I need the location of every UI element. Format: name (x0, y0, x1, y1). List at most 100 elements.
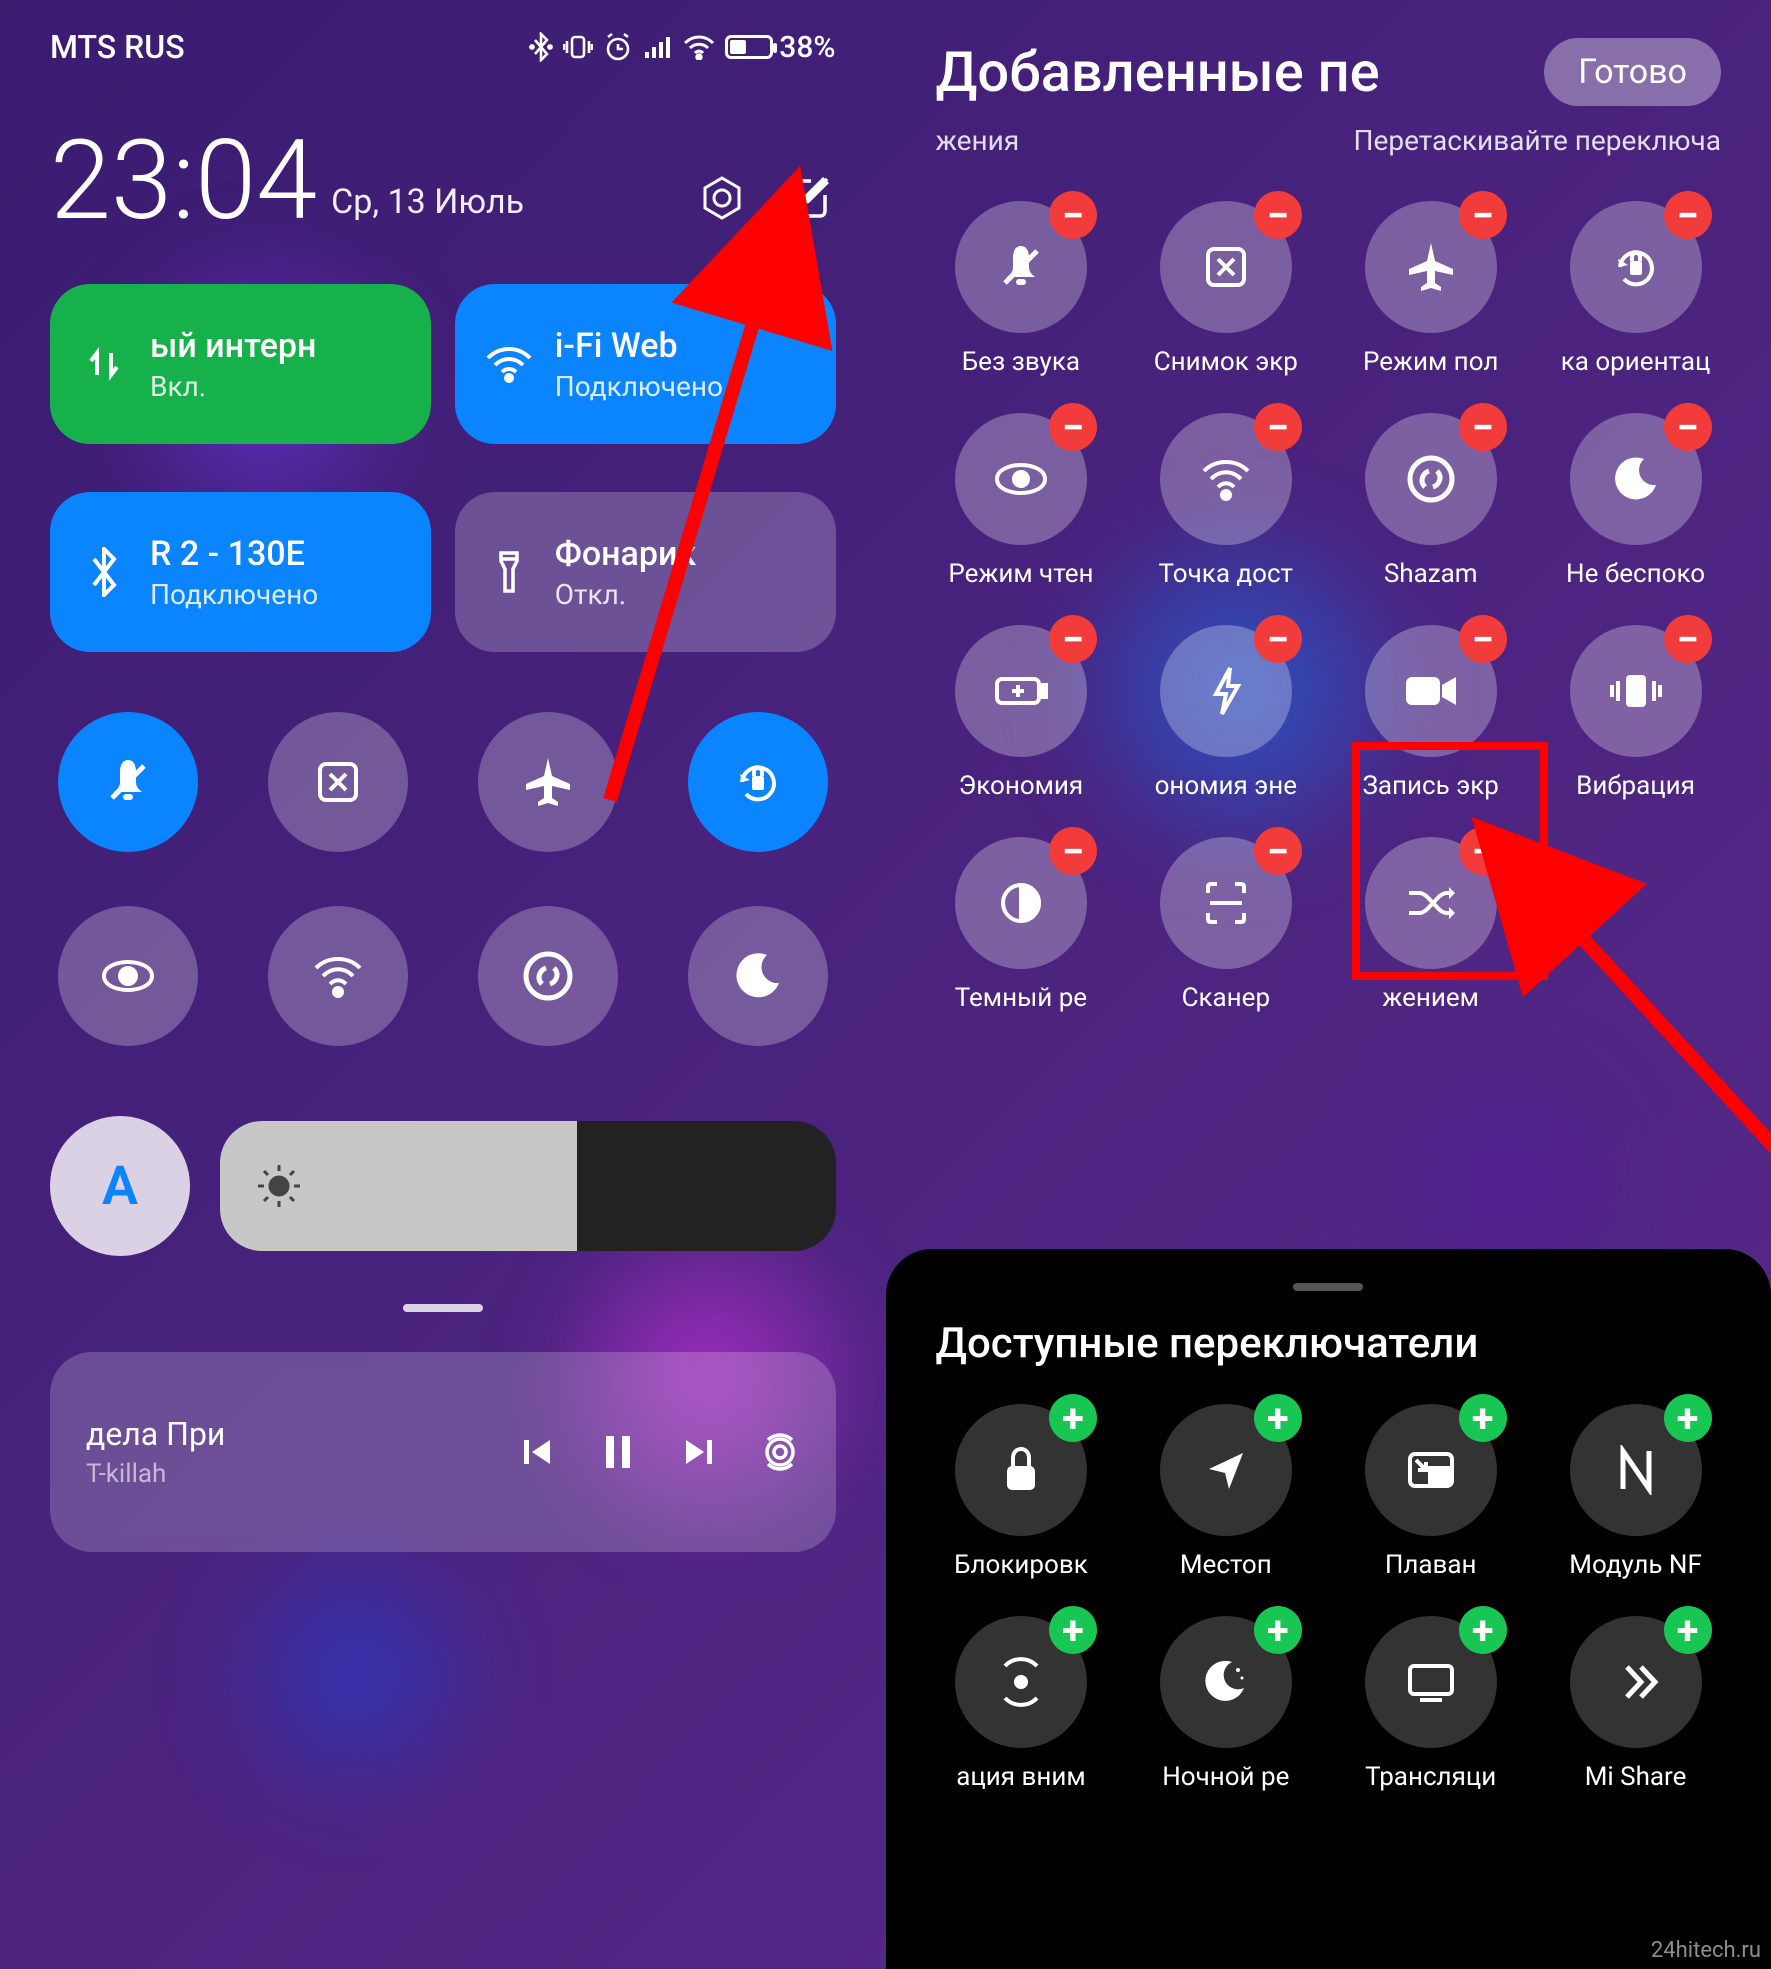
mute-icon: − (955, 201, 1087, 333)
added-bolt[interactable]: −ономия эне (1140, 625, 1311, 801)
output-button[interactable] (760, 1432, 800, 1472)
airplane-toggle[interactable] (478, 712, 618, 852)
nfc-icon: + (1570, 1404, 1702, 1536)
control-center-screen: MTS RUS 38% 23:04 Ср (0, 0, 886, 1969)
available-panel[interactable]: Доступные переключатели +Блокировк+Место… (886, 1249, 1771, 1969)
added-vibrate[interactable]: −Вибрация (1550, 625, 1721, 801)
drag-handle[interactable] (403, 1304, 483, 1312)
wifi-icon (483, 338, 535, 390)
remove-badge[interactable]: − (1459, 403, 1507, 451)
remove-badge[interactable]: − (1049, 827, 1097, 875)
added-hotspot[interactable]: −Точка дост (1140, 413, 1311, 589)
add-badge[interactable]: + (1459, 1606, 1507, 1654)
wifi-icon (683, 34, 715, 60)
bolt-icon: − (1160, 625, 1292, 757)
avail-lock[interactable]: +Блокировк (936, 1404, 1107, 1580)
bluetooth-tile[interactable]: R 2 - 130E Подключено (50, 492, 431, 652)
next-button[interactable] (680, 1434, 716, 1470)
added-screenshot[interactable]: −Снимок экр (1140, 201, 1311, 377)
panel-handle[interactable] (1293, 1283, 1363, 1291)
added-shazam[interactable]: −Shazam (1345, 413, 1516, 589)
media-title: дела При (86, 1415, 492, 1453)
hotspot-toggle[interactable] (268, 906, 408, 1046)
avail-nfc[interactable]: +Модуль NF (1550, 1404, 1721, 1580)
add-badge[interactable]: + (1254, 1394, 1302, 1442)
signal-icon (643, 34, 673, 60)
airplane-icon: − (1365, 201, 1497, 333)
rotation-lock-toggle[interactable] (688, 712, 828, 852)
added-battery-plus[interactable]: −Экономия (936, 625, 1107, 801)
add-badge[interactable]: + (1664, 1394, 1712, 1442)
battery-icon: 38% (725, 30, 835, 65)
avail-night[interactable]: +Ночной ре (1140, 1616, 1311, 1792)
added-mute[interactable]: −Без звука (936, 201, 1107, 377)
available-toggles-grid: +Блокировк+Местоп+Плаван+Модуль NF +ация … (936, 1404, 1722, 1792)
remove-badge[interactable]: − (1459, 615, 1507, 663)
added-scan[interactable]: −Сканер (1140, 837, 1311, 1013)
highlight-screen-record (1352, 742, 1548, 980)
pip-icon: + (1365, 1404, 1497, 1536)
flashlight-icon (483, 546, 535, 598)
screenshot-icon: − (1160, 201, 1292, 333)
add-badge[interactable]: + (1459, 1394, 1507, 1442)
shazam-icon: − (1365, 413, 1497, 545)
remove-badge[interactable]: − (1664, 403, 1712, 451)
done-button[interactable]: Готово (1544, 38, 1721, 106)
remove-badge[interactable]: − (1664, 191, 1712, 239)
mute-toggle[interactable] (58, 712, 198, 852)
remove-badge[interactable]: − (1254, 827, 1302, 875)
added-contrast[interactable]: −Темный ре (936, 837, 1107, 1013)
location-icon: + (1160, 1404, 1292, 1536)
focus-icon: + (955, 1616, 1087, 1748)
media-artist: T-killah (86, 1459, 492, 1489)
contrast-icon: − (955, 837, 1087, 969)
remove-badge[interactable]: − (1049, 615, 1097, 663)
dnd-toggle[interactable] (688, 906, 828, 1046)
video-icon: − (1365, 625, 1497, 757)
cast-icon: + (1365, 1616, 1497, 1748)
available-header: Доступные переключатели (936, 1319, 1722, 1368)
added-eye[interactable]: −Режим чтен (936, 413, 1107, 589)
clock-time: 23:04 (50, 126, 317, 236)
mobile-data-tile[interactable]: ый интерн Вкл. (50, 284, 431, 444)
mishare-icon: + (1570, 1616, 1702, 1748)
added-rotate[interactable]: −ка ориентац (1550, 201, 1721, 377)
add-badge[interactable]: + (1254, 1606, 1302, 1654)
avail-mishare[interactable]: +Mi Share (1550, 1616, 1721, 1792)
avail-pip[interactable]: +Плаван (1345, 1404, 1516, 1580)
remove-badge[interactable]: − (1049, 191, 1097, 239)
added-airplane[interactable]: −Режим пол (1345, 201, 1516, 377)
avail-cast[interactable]: +Трансляци (1345, 1616, 1516, 1792)
scan-icon: − (1160, 837, 1292, 969)
remove-badge[interactable]: − (1254, 615, 1302, 663)
shazam-toggle[interactable] (478, 906, 618, 1046)
add-badge[interactable]: + (1664, 1606, 1712, 1654)
remove-badge[interactable]: − (1664, 615, 1712, 663)
edit-button[interactable] (780, 170, 836, 226)
carrier-label: MTS RUS (50, 28, 185, 66)
avail-location[interactable]: +Местоп (1140, 1404, 1311, 1580)
avail-focus[interactable]: +ация вним (936, 1616, 1107, 1792)
wifi-tile[interactable]: i-Fi Web Подключено (455, 284, 836, 444)
add-badge[interactable]: + (1049, 1606, 1097, 1654)
prev-button[interactable] (520, 1434, 556, 1470)
remove-badge[interactable]: − (1049, 403, 1097, 451)
settings-button[interactable] (694, 170, 750, 226)
brightness-slider[interactable] (220, 1121, 836, 1251)
bluetooth-icon (529, 32, 553, 62)
edit-header: Добавленные пе (936, 39, 1380, 105)
screenshot-toggle[interactable] (268, 712, 408, 852)
pause-button[interactable] (600, 1432, 636, 1472)
night-icon: + (1160, 1616, 1292, 1748)
auto-brightness-toggle[interactable]: A (50, 1116, 190, 1256)
media-player[interactable]: дела При T-killah (50, 1352, 836, 1552)
reading-mode-toggle[interactable] (58, 906, 198, 1046)
flashlight-tile[interactable]: Фонарик Откл. (455, 492, 836, 652)
remove-badge[interactable]: − (1254, 191, 1302, 239)
remove-badge[interactable]: − (1459, 191, 1507, 239)
brightness-icon (256, 1163, 302, 1209)
add-badge[interactable]: + (1049, 1394, 1097, 1442)
added-moon[interactable]: −Не беспоко (1550, 413, 1721, 589)
remove-badge[interactable]: − (1254, 403, 1302, 451)
vibrate-icon (563, 33, 593, 61)
